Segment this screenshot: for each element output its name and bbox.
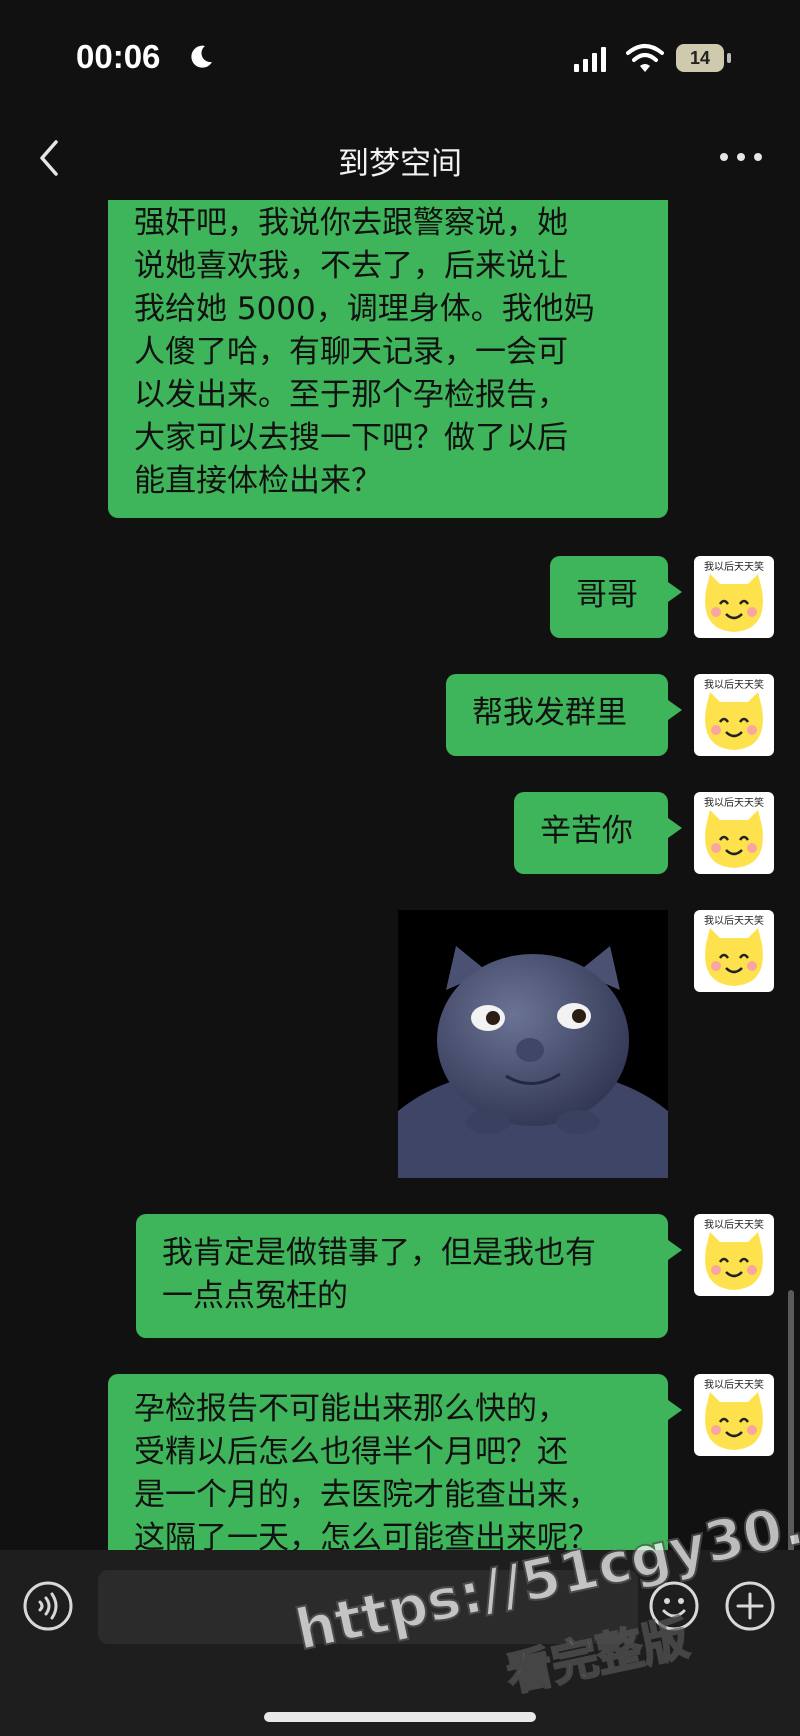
voice-icon[interactable] <box>22 1580 74 1632</box>
more-dots-icon[interactable] <box>716 142 766 172</box>
message-text: 哥哥 <box>576 577 638 613</box>
smiley-cat-avatar-icon: 我以后天天笑 <box>704 1378 764 1450</box>
scrollbar[interactable] <box>788 1290 794 1550</box>
message-bubble[interactable]: 我肯定是做错事了，但是我也有 一点点冤枉的 <box>136 1214 682 1338</box>
wifi-icon <box>626 44 664 72</box>
message-text: 我肯定是做错事了，但是我也有 一点点冤枉的 <box>162 1235 596 1314</box>
signal-icon <box>574 47 606 72</box>
message-bubble[interactable]: 强奸吧，我说你去跟警察说，她 说她喜欢我，不去了，后来说让 我给她 5000，调… <box>108 200 668 518</box>
emoji-icon[interactable] <box>648 1580 700 1632</box>
message-bubble[interactable]: 帮我发群里 <box>446 674 682 756</box>
cat-ball-sticker[interactable] <box>398 910 668 1178</box>
bubble-tail <box>668 818 682 838</box>
svg-text:我以后天天笑: 我以后天天笑 <box>704 1218 764 1231</box>
message-bubble[interactable]: 哥哥 <box>550 556 682 638</box>
bubble-tail <box>668 1240 682 1260</box>
home-indicator[interactable] <box>264 1712 536 1722</box>
chat-title: 到梦空间 <box>338 146 462 182</box>
message-text: 孕检报告不可能出来那么快的， 受精以后怎么也得半个月吧？还 是一个月的，去医院才… <box>134 1391 599 1550</box>
status-time: 00:06 <box>76 38 161 75</box>
message-bubble[interactable]: 辛苦你 <box>514 792 682 874</box>
svg-text:我以后天天笑: 我以后天天笑 <box>704 914 764 927</box>
message-input[interactable] <box>98 1570 638 1644</box>
nav-bar: 到梦空间 <box>0 120 800 200</box>
bubble-tail <box>668 1400 682 1420</box>
svg-text:我以后天天笑: 我以后天天笑 <box>704 796 764 809</box>
avatar[interactable]: 我以后天天笑 <box>694 674 774 756</box>
plus-icon[interactable] <box>724 1580 776 1632</box>
svg-text:我以后天天笑: 我以后天天笑 <box>704 560 764 573</box>
message-text: 辛苦你 <box>540 813 633 849</box>
cat-ball-sticker-icon <box>398 910 668 1178</box>
avatar[interactable]: 我以后天天笑 <box>694 792 774 874</box>
smiley-cat-avatar-icon: 我以后天天笑 <box>704 914 764 986</box>
smiley-cat-avatar-icon: 我以后天天笑 <box>704 1218 764 1290</box>
smiley-cat-avatar-icon: 我以后天天笑 <box>704 678 764 750</box>
input-bar <box>0 1550 800 1736</box>
battery-cap <box>727 53 731 63</box>
message-text: 强奸吧，我说你去跟警察说，她 说她喜欢我，不去了，后来说让 我给她 5000，调… <box>134 205 595 499</box>
bubble-tail <box>668 582 682 602</box>
battery-indicator: 14 <box>676 44 732 74</box>
moon-icon <box>191 45 212 68</box>
status-bar: 00:06 14 <box>0 0 800 120</box>
message-bubble[interactable]: 孕检报告不可能出来那么快的， 受精以后怎么也得半个月吧？还 是一个月的，去医院才… <box>108 1374 682 1550</box>
message-text: 帮我发群里 <box>472 695 627 731</box>
avatar[interactable]: 我以后天天笑 <box>694 1214 774 1296</box>
avatar[interactable]: 我以后天天笑 <box>694 556 774 638</box>
avatar[interactable]: 我以后天天笑 <box>694 1374 774 1456</box>
smiley-cat-avatar-icon: 我以后天天笑 <box>704 796 764 868</box>
svg-text:我以后天天笑: 我以后天天笑 <box>704 1378 764 1391</box>
chat-message-list[interactable]: 强奸吧，我说你去跟警察说，她 说她喜欢我，不去了，后来说让 我给她 5000，调… <box>0 200 800 1550</box>
smiley-cat-avatar-icon: 我以后天天笑 <box>704 560 764 632</box>
battery-level: 14 <box>676 44 724 72</box>
bubble-tail <box>668 700 682 720</box>
avatar[interactable]: 我以后天天笑 <box>694 910 774 992</box>
svg-text:我以后天天笑: 我以后天天笑 <box>704 678 764 691</box>
